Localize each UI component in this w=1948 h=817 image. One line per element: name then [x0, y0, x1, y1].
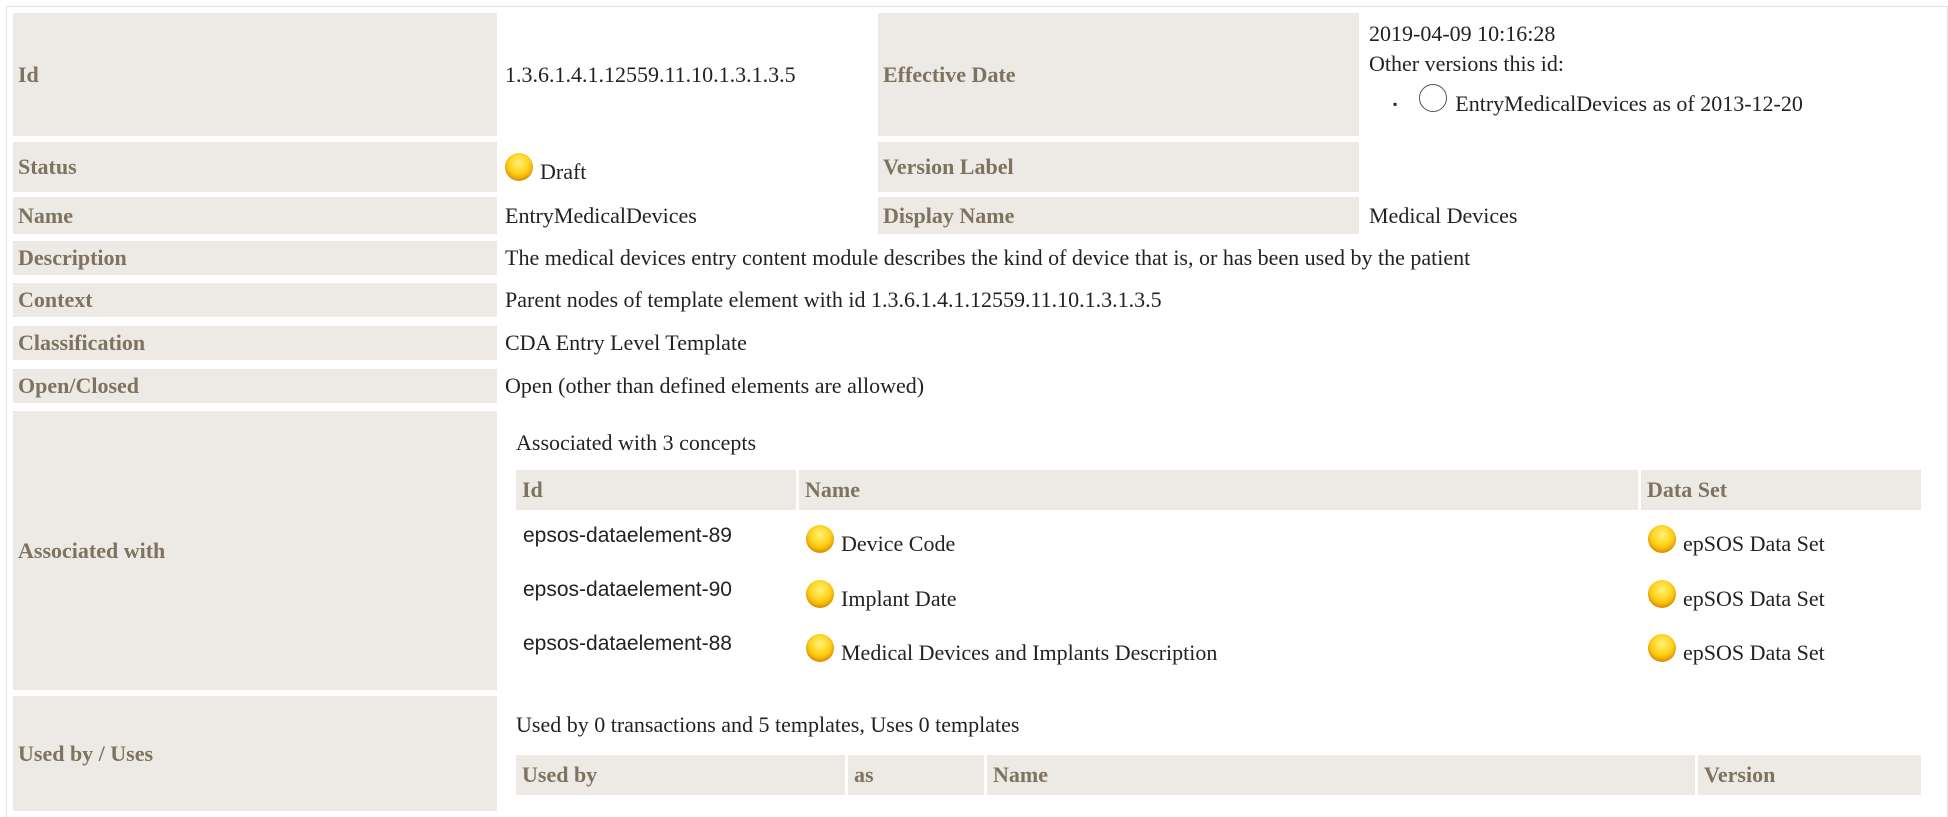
concept-name-link[interactable]: Device Code: [841, 531, 955, 557]
other-version-item[interactable]: ▪ EntryMedicalDevices as of 2013-12-20: [1393, 84, 1934, 119]
usedby-header-name: Name: [987, 755, 1695, 795]
associated-header-name: Name: [799, 470, 1638, 510]
status-draft-icon: [505, 153, 533, 181]
display-name-value: Medical Devices: [1369, 202, 1518, 228]
status-draft-icon: [1648, 634, 1676, 662]
associated-row-name[interactable]: Medical Devices and Implants Description: [806, 634, 1217, 670]
context-label: Context: [13, 283, 497, 317]
status-draft-icon: [1648, 525, 1676, 553]
description-value: The medical devices entry content module…: [505, 245, 1471, 270]
associated-row-dataset[interactable]: epSOS Data Set: [1648, 525, 1825, 561]
dataset-link[interactable]: epSOS Data Set: [1683, 586, 1825, 612]
concept-name-link[interactable]: Medical Devices and Implants Description: [841, 640, 1217, 666]
description-label: Description: [13, 241, 497, 275]
associated-row-dataset[interactable]: epSOS Data Set: [1648, 634, 1825, 670]
bullet-icon: ▪: [1393, 97, 1398, 111]
usedby-header-as: as: [848, 755, 984, 795]
status-value: Draft: [500, 142, 874, 192]
usedby-label: Used by / Uses: [13, 696, 497, 811]
status-draft-icon: [806, 525, 834, 553]
effective-date-text: 2019-04-09 10:16:28: [1369, 21, 1556, 46]
usedby-summary: Used by 0 transactions and 5 templates, …: [516, 712, 1020, 737]
usedby-header-version: Version: [1698, 755, 1921, 795]
effective-date-label: Effective Date: [878, 13, 1359, 136]
associated-header-dataset: Data Set: [1641, 470, 1921, 510]
version-label-label: Version Label: [878, 142, 1359, 192]
associated-row-id: epsos-dataelement-88: [523, 632, 732, 655]
classification-value: CDA Entry Level Template: [505, 330, 747, 355]
status-draft-icon: [806, 580, 834, 608]
status-text: Draft: [540, 159, 587, 184]
associated-row-name[interactable]: Implant Date: [806, 580, 956, 616]
name-label: Name: [13, 197, 497, 234]
status-draft-icon: [806, 634, 834, 662]
display-name-label: Display Name: [878, 197, 1359, 234]
associated-header-id: Id: [516, 470, 796, 510]
associated-summary: Associated with 3 concepts: [516, 430, 757, 455]
effective-date-value: 2019-04-09 10:16:28 Other versions this …: [1364, 13, 1934, 136]
name-value: EntryMedicalDevices: [505, 202, 697, 228]
open-closed-value: Open (other than defined elements are al…: [505, 373, 925, 398]
id-label: Id: [13, 13, 497, 136]
status-draft-icon: [1648, 580, 1676, 608]
context-value: Parent nodes of template element with id…: [505, 287, 1162, 312]
other-versions-label: Other versions this id:: [1369, 51, 1564, 76]
id-value: 1.3.6.1.4.1.12559.11.10.1.3.1.3.5: [505, 61, 796, 87]
associated-row-dataset[interactable]: epSOS Data Set: [1648, 580, 1825, 616]
classification-label: Classification: [13, 326, 497, 360]
associated-label: Associated with: [13, 411, 497, 690]
version-label-value: [1364, 142, 1934, 192]
associated-row-id: epsos-dataelement-90: [523, 578, 732, 601]
open-closed-label: Open/Closed: [13, 369, 497, 403]
status-label: Status: [13, 142, 497, 192]
dataset-link[interactable]: epSOS Data Set: [1683, 640, 1825, 666]
other-version-link[interactable]: EntryMedicalDevices as of 2013-12-20: [1455, 89, 1803, 119]
dataset-link[interactable]: epSOS Data Set: [1683, 531, 1825, 557]
usedby-header-usedby: Used by: [516, 755, 845, 795]
concept-name-link[interactable]: Implant Date: [841, 586, 956, 612]
status-none-icon: [1419, 84, 1448, 112]
associated-row-id: epsos-dataelement-89: [523, 524, 732, 547]
associated-row-name[interactable]: Device Code: [806, 525, 955, 561]
